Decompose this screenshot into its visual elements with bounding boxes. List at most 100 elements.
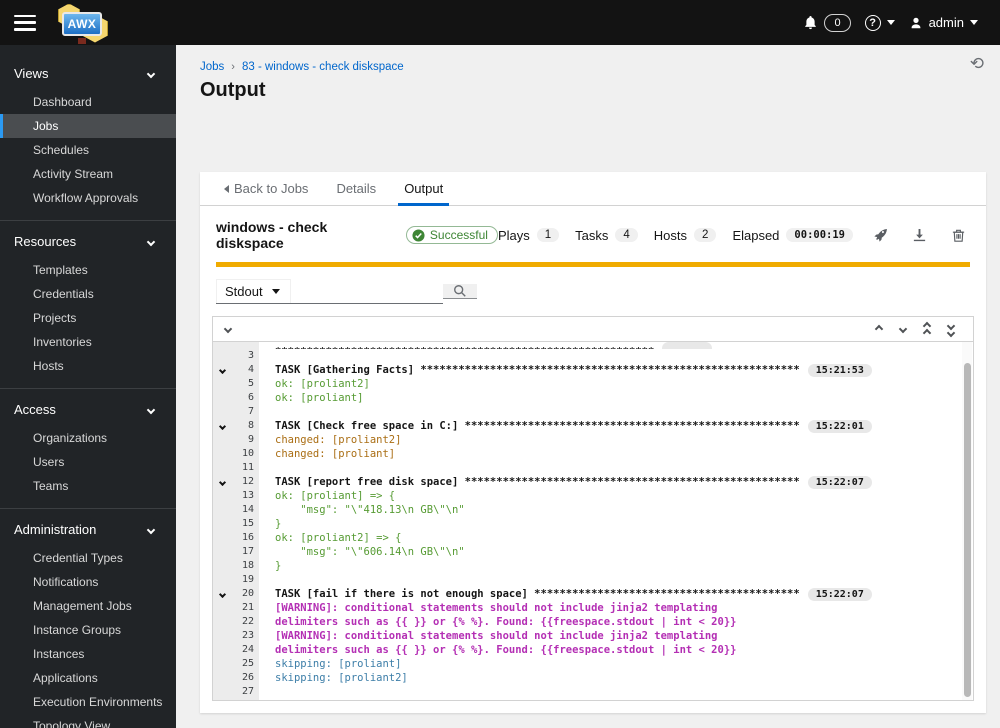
expand-all-button[interactable] <box>223 324 240 334</box>
line-number: 3 <box>247 350 254 361</box>
relaunch-button[interactable] <box>869 228 892 243</box>
sidebar-item-templates[interactable]: Templates <box>0 258 176 282</box>
stdout-filter-select[interactable]: Stdout <box>216 279 291 303</box>
sidebar-item-jobs[interactable]: Jobs <box>0 114 176 138</box>
line-gutter[interactable]: 18 <box>213 559 259 573</box>
sidebar-item-topology-view[interactable]: Topology View <box>0 714 176 728</box>
ansi-segment: delimiters such as {{ }} or {% %}. Found… <box>275 616 737 628</box>
sidebar-section-header-resources[interactable]: Resources <box>0 225 176 258</box>
breadcrumb: Jobs › 83 - windows - check diskspace <box>200 61 976 73</box>
stat-value-badge: 1 <box>536 228 560 242</box>
sidebar-item-credentials[interactable]: Credentials <box>0 282 176 306</box>
sidebar-item-applications[interactable]: Applications <box>0 666 176 690</box>
user-menu-button[interactable]: admin <box>909 15 978 30</box>
line-gutter[interactable]: 16 <box>213 531 259 545</box>
line-gutter[interactable]: 15 <box>213 517 259 531</box>
line-gutter[interactable]: 26 <box>213 671 259 685</box>
refresh-history-button[interactable]: ⟲ <box>970 55 984 72</box>
scrollbar-thumb[interactable] <box>963 363 971 697</box>
download-output-button[interactable] <box>908 228 931 243</box>
line-gutter[interactable]: 24 <box>213 643 259 657</box>
sidebar-section-header-administration[interactable]: Administration <box>0 513 176 546</box>
console-output: ****************************************… <box>212 342 974 701</box>
line-gutter[interactable]: 22 <box>213 615 259 629</box>
sidebar-item-schedules[interactable]: Schedules <box>0 138 176 162</box>
line-gutter[interactable]: 19 <box>213 573 259 587</box>
search-input[interactable] <box>290 279 443 303</box>
ansi-segment: } <box>275 560 282 572</box>
help-menu-button[interactable] <box>864 14 895 31</box>
ansi-segment: changed: [proliant2] <box>275 434 402 446</box>
menu-toggle-icon[interactable] <box>14 14 36 31</box>
line-gutter[interactable]: 4 <box>213 363 259 377</box>
scroll-next-button[interactable] <box>891 324 915 334</box>
sidebar-item-teams[interactable]: Teams <box>0 474 176 498</box>
chevron-down-icon <box>218 478 226 486</box>
sidebar-item-execution-environments[interactable]: Execution Environments <box>0 690 176 714</box>
sidebar-item-notifications[interactable]: Notifications <box>0 570 176 594</box>
line-gutter[interactable] <box>213 342 259 349</box>
breadcrumb-link[interactable]: Jobs <box>200 61 224 73</box>
breadcrumb-link[interactable]: 83 - windows - check diskspace <box>242 61 404 73</box>
sidebar-item-credential-types[interactable]: Credential Types <box>0 546 176 570</box>
search-button[interactable] <box>442 284 477 299</box>
line-gutter[interactable]: 28 <box>213 699 259 700</box>
line-gutter[interactable]: 12 <box>213 475 259 489</box>
line-gutter[interactable]: 7 <box>213 405 259 419</box>
line-gutter[interactable]: 25 <box>213 657 259 671</box>
sidebar-item-inventories[interactable]: Inventories <box>0 330 176 354</box>
sidebar-section-header-views[interactable]: Views <box>0 57 176 90</box>
sidebar-item-instances[interactable]: Instances <box>0 642 176 666</box>
line-gutter[interactable]: 13 <box>213 489 259 503</box>
line-gutter[interactable]: 17 <box>213 545 259 559</box>
line-text: "msg": "\"418.13\n GB\"\n" <box>259 503 464 517</box>
console-scrollbar[interactable] <box>962 342 972 700</box>
sidebar-item-organizations[interactable]: Organizations <box>0 426 176 450</box>
scroll-previous-button[interactable] <box>867 324 891 334</box>
line-gutter[interactable]: 3 <box>213 349 259 363</box>
line-gutter[interactable]: 5 <box>213 377 259 391</box>
line-gutter[interactable]: 8 <box>213 419 259 433</box>
line-gutter[interactable]: 21 <box>213 601 259 615</box>
tab-details[interactable]: Details <box>322 172 390 205</box>
tab-back-to-jobs[interactable]: Back to Jobs <box>210 172 322 205</box>
sidebar-item-hosts[interactable]: Hosts <box>0 354 176 378</box>
console-line: 15} <box>213 517 973 531</box>
expand-toggle[interactable] <box>213 478 231 486</box>
ansi-segment: skipping: [proliant] <box>275 658 402 670</box>
sidebar-section-header-access[interactable]: Access <box>0 393 176 426</box>
console-line: 18} <box>213 559 973 573</box>
line-gutter[interactable]: 6 <box>213 391 259 405</box>
line-number: 22 <box>241 616 254 627</box>
job-stat-plays: Plays 1 <box>498 228 560 243</box>
line-gutter[interactable]: 10 <box>213 447 259 461</box>
line-gutter[interactable]: 23 <box>213 629 259 643</box>
expand-toggle[interactable] <box>213 366 231 374</box>
line-gutter[interactable]: 14 <box>213 503 259 517</box>
line-number: 10 <box>241 448 254 459</box>
line-gutter[interactable]: 20 <box>213 587 259 601</box>
sidebar-item-instance-groups[interactable]: Instance Groups <box>0 618 176 642</box>
sidebar-item-dashboard[interactable]: Dashboard <box>0 90 176 114</box>
line-gutter[interactable]: 11 <box>213 461 259 475</box>
line-gutter[interactable]: 27 <box>213 685 259 699</box>
line-text: changed: [proliant] <box>259 447 395 461</box>
console-line: 14 "msg": "\"418.13\n GB\"\n" <box>213 503 973 517</box>
awx-logo[interactable]: AWX <box>52 3 112 45</box>
line-gutter[interactable]: 9 <box>213 433 259 447</box>
tab-output[interactable]: Output <box>390 172 457 206</box>
expand-toggle[interactable] <box>213 422 231 430</box>
console: ****************************************… <box>212 316 974 701</box>
delete-job-button[interactable] <box>947 228 970 243</box>
sidebar-item-activity-stream[interactable]: Activity Stream <box>0 162 176 186</box>
scroll-bottom-button[interactable] <box>939 321 963 337</box>
sidebar-item-projects[interactable]: Projects <box>0 306 176 330</box>
notifications-button[interactable]: 0 <box>803 13 851 32</box>
sidebar-item-users[interactable]: Users <box>0 450 176 474</box>
sidebar-item-management-jobs[interactable]: Management Jobs <box>0 594 176 618</box>
sidebar-item-workflow-approvals[interactable]: Workflow Approvals <box>0 186 176 210</box>
sidebar-section-label: Access <box>14 402 56 417</box>
scroll-top-button[interactable] <box>915 321 939 337</box>
console-line: 9 changed: [proliant2] <box>213 433 973 447</box>
expand-toggle[interactable] <box>213 590 231 598</box>
